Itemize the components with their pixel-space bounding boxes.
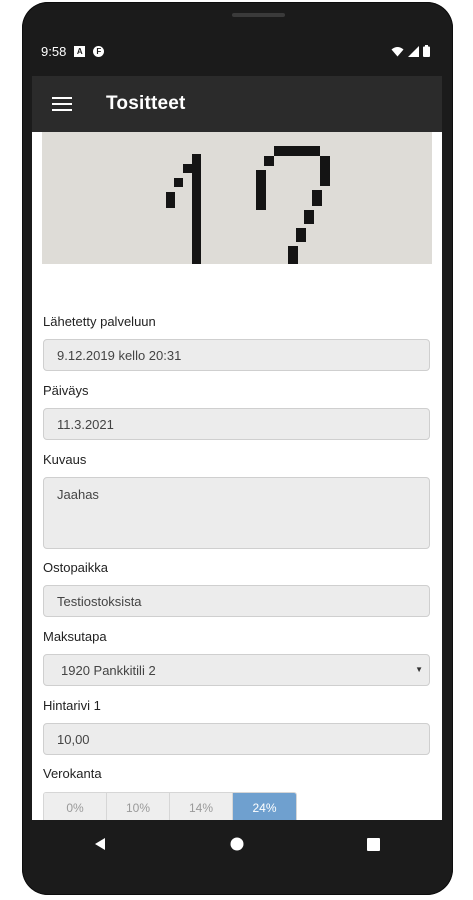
speaker-grille: [232, 13, 285, 17]
price-row-label: Hintarivi 1: [43, 698, 101, 713]
system-navigation-bar: [32, 820, 442, 868]
receipt-photo-graphic: [42, 132, 432, 264]
home-button[interactable]: [217, 824, 257, 864]
status-bar: 9:58 A F: [32, 34, 442, 68]
app-bar: Tositteet: [32, 76, 442, 132]
notification-a-icon: A: [74, 45, 86, 57]
description-field[interactable]: Jaahas: [43, 477, 430, 549]
recents-icon: [367, 837, 381, 851]
date-field[interactable]: 11.3.2021: [43, 408, 430, 440]
store-field[interactable]: Testiostoksista: [43, 585, 430, 617]
recents-button[interactable]: [354, 824, 394, 864]
receipt-form[interactable]: Lähetetty palveluun 9.12.2019 kello 20:3…: [32, 132, 442, 820]
vat-option-0[interactable]: 0%: [44, 793, 107, 820]
payment-label: Maksutapa: [43, 629, 107, 644]
vat-option-14[interactable]: 14%: [170, 793, 233, 820]
status-time: 9:58: [41, 43, 67, 59]
description-label: Kuvaus: [43, 452, 87, 467]
submitted-label: Lähetetty palveluun: [43, 314, 156, 329]
store-label: Ostopaikka: [43, 560, 109, 575]
signal-icon: [408, 45, 419, 57]
wifi-icon: [391, 46, 404, 56]
page-title: Tositteet: [106, 93, 186, 114]
back-button[interactable]: [80, 824, 120, 864]
payment-select-value: 1920 Pankkitili 2: [61, 662, 156, 678]
back-icon: [95, 838, 106, 850]
battery-icon: [423, 45, 430, 57]
date-label: Päiväys: [43, 383, 89, 398]
submitted-field[interactable]: 9.12.2019 kello 20:31: [43, 339, 430, 371]
price-row-field[interactable]: 10,00: [43, 723, 430, 755]
home-icon: [230, 837, 244, 851]
vat-label: Verokanta: [43, 766, 102, 781]
vat-option-24[interactable]: 24%: [233, 793, 296, 820]
status-icons: [391, 45, 430, 57]
notification-f-icon: F: [93, 45, 105, 57]
receipt-photo[interactable]: [42, 132, 432, 264]
chevron-down-icon: ▼: [415, 665, 423, 674]
payment-select[interactable]: 1920 Pankkitili 2 ▼: [43, 654, 430, 686]
vat-rate-selector: 0% 10% 14% 24%: [43, 792, 297, 820]
hamburger-menu-icon[interactable]: [52, 93, 72, 115]
vat-option-10[interactable]: 10%: [107, 793, 170, 820]
